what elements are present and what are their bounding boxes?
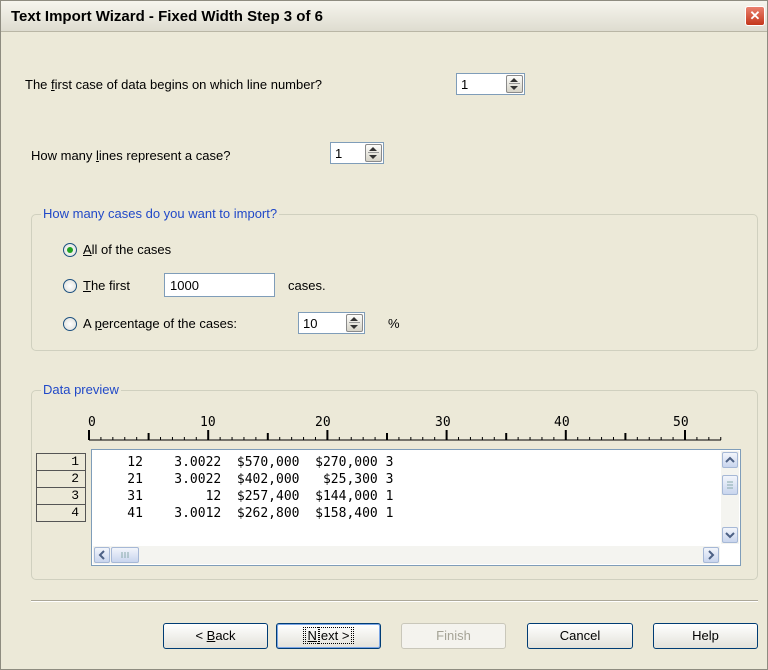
ruler-label-40: 40: [554, 415, 570, 430]
arrow-up-icon: [369, 147, 377, 151]
first-n-cases-input[interactable]: 1000: [164, 273, 275, 297]
preview-row: 31 12 $257,400 $144,000 1: [96, 489, 394, 504]
row-number: 1: [36, 453, 86, 471]
arrow-down-icon: [350, 325, 358, 329]
arrow-down-icon: [369, 155, 377, 159]
radio-selected-dot: [67, 247, 73, 253]
close-button[interactable]: ✕: [745, 6, 765, 26]
percentage-value: 10: [303, 316, 318, 331]
first-case-label: The first case of data begins on which l…: [25, 77, 323, 92]
lines-per-case-spinner[interactable]: 1: [330, 142, 384, 164]
text-import-wizard-window: Text Import Wizard - Fixed Width Step 3 …: [0, 0, 768, 670]
ruler-label-10: 10: [200, 415, 216, 430]
first-n-cases-radio[interactable]: [63, 279, 77, 293]
percentage-spinner-buttons[interactable]: [346, 314, 363, 332]
ruler-label-30: 30: [435, 415, 451, 430]
data-preview-title: Data preview: [41, 382, 121, 397]
cases-suffix-label: cases.: [288, 278, 326, 293]
preview-row: 12 3.0022 $570,000 $270,000 3: [96, 455, 394, 470]
preview-row: 41 3.0012 $262,800 $158,400 1: [96, 506, 394, 521]
chevron-left-icon: [98, 550, 105, 560]
cancel-button[interactable]: Cancel: [527, 623, 633, 649]
footer-divider: [31, 600, 758, 602]
window-title: Text Import Wizard - Fixed Width Step 3 …: [11, 8, 323, 25]
all-cases-label[interactable]: All of the cases: [83, 242, 171, 257]
percentage-label[interactable]: A percentage of the cases:: [83, 316, 237, 331]
horizontal-scrollbar[interactable]: [93, 546, 720, 564]
ruler-label-50: 50: [673, 415, 689, 430]
chevron-up-icon: [725, 456, 735, 463]
first-n-cases-label[interactable]: The first: [83, 278, 130, 293]
percentage-radio[interactable]: [63, 317, 77, 331]
arrow-up-icon: [510, 78, 518, 82]
scroll-left-button[interactable]: [94, 547, 110, 563]
cases-group-title: How many cases do you want to import?: [41, 206, 280, 221]
first-case-line-value: 1: [461, 77, 469, 92]
row-number: 2: [36, 470, 86, 488]
next-button[interactable]: Next >: [276, 623, 381, 649]
arrow-up-icon: [350, 317, 358, 321]
scroll-right-button[interactable]: [703, 547, 719, 563]
row-number: 3: [36, 487, 86, 505]
percentage-spinner[interactable]: 10: [298, 312, 365, 334]
scroll-down-button[interactable]: [722, 527, 738, 543]
first-case-line-spinner[interactable]: 1: [456, 73, 525, 95]
lines-per-case-value: 1: [335, 146, 343, 161]
grip-icon: [121, 552, 129, 558]
chevron-down-icon: [725, 532, 735, 539]
horizontal-scroll-thumb[interactable]: [111, 547, 139, 563]
grip-icon: [727, 481, 733, 489]
title-bar[interactable]: Text Import Wizard - Fixed Width Step 3 …: [1, 1, 767, 32]
row-number: 4: [36, 504, 86, 522]
preview-row: 21 3.0022 $402,000 $25,300 3: [96, 472, 394, 487]
percent-sign: %: [388, 316, 400, 331]
arrow-down-icon: [510, 86, 518, 90]
first-n-cases-value: 1000: [170, 278, 199, 293]
all-cases-radio[interactable]: [63, 243, 77, 257]
ruler-label-20: 20: [315, 415, 331, 430]
lines-spinner-buttons[interactable]: [365, 144, 382, 162]
vertical-scrollbar[interactable]: [721, 451, 739, 544]
data-preview-box[interactable]: 12 3.0022 $570,000 $270,000 3 21 3.0022 …: [91, 449, 741, 566]
vertical-scroll-thumb[interactable]: [722, 475, 738, 495]
ruler-label-0: 0: [88, 415, 96, 430]
chevron-right-icon: [708, 550, 715, 560]
lines-per-case-label: How many lines represent a case?: [31, 148, 231, 163]
ruler-ticks: [88, 430, 722, 441]
back-button[interactable]: < Back: [163, 623, 268, 649]
first-case-spinner-buttons[interactable]: [506, 75, 523, 93]
finish-button[interactable]: Finish: [401, 623, 506, 649]
scroll-up-button[interactable]: [722, 452, 738, 468]
help-button[interactable]: Help: [653, 623, 758, 649]
